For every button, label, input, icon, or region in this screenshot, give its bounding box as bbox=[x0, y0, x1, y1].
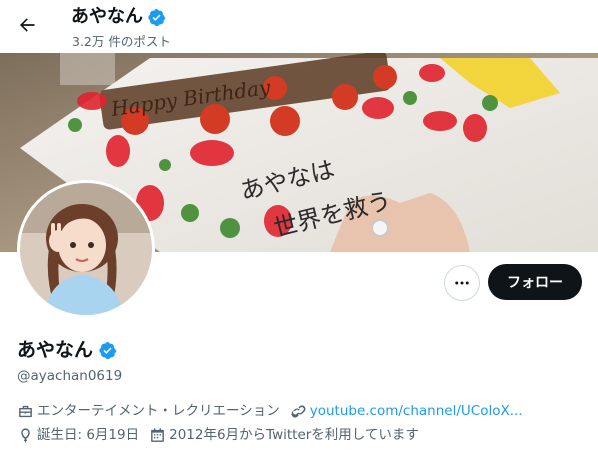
category-label: エンターテイメント・レクリエーション bbox=[37, 403, 280, 419]
birthday-item: 誕生日: 6月19日 bbox=[17, 426, 139, 444]
post-count: 3.2万 件のポスト bbox=[72, 34, 171, 49]
link-icon bbox=[291, 404, 306, 418]
verified-badge-icon[interactable] bbox=[98, 341, 117, 360]
profile-handle: @ayachan0619 bbox=[17, 368, 123, 384]
profile-name-row: あやなん bbox=[17, 337, 117, 363]
avatar[interactable] bbox=[17, 180, 155, 318]
category-item: エンターテイメント・レクリエーション bbox=[17, 402, 280, 420]
header-name: あやなん bbox=[71, 6, 143, 27]
more-button[interactable] bbox=[444, 265, 480, 301]
more-icon bbox=[455, 281, 469, 285]
back-arrow-icon bbox=[20, 18, 35, 32]
avatar-image bbox=[20, 183, 152, 315]
follow-button[interactable]: フォロー bbox=[488, 264, 582, 300]
website-item[interactable]: youtube.com/channel/UColoX... bbox=[290, 402, 523, 420]
verified-badge-icon bbox=[148, 8, 166, 26]
joined-item: 2012年6月からTwitterを利用しています bbox=[149, 426, 419, 444]
header-name-row: あやなん bbox=[71, 5, 166, 29]
birthday-label: 誕生日: 6月19日 bbox=[37, 427, 140, 443]
profile-meta-row-2: 誕生日: 6月19日 2012年6月からTwitterを利用しています bbox=[17, 426, 429, 444]
joined-label: 2012年6月からTwitterを利用しています bbox=[169, 427, 419, 443]
calendar-icon bbox=[151, 427, 164, 442]
balloon-icon bbox=[21, 427, 30, 443]
profile-name: あやなん bbox=[17, 339, 94, 361]
back-button[interactable] bbox=[10, 8, 44, 42]
briefcase-icon bbox=[19, 405, 32, 417]
top-bar: あやなん 3.2万 件のポスト bbox=[0, 0, 598, 53]
profile-meta-row-1: エンターテイメント・レクリエーション youtube.com/channel/U… bbox=[17, 402, 533, 420]
website-link[interactable]: youtube.com/channel/UColoX... bbox=[310, 402, 523, 420]
